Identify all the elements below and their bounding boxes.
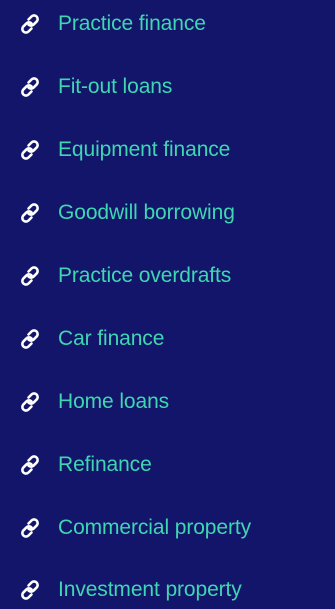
- link-label: Practice overdrafts: [58, 264, 232, 287]
- link-goodwill-borrowing[interactable]: Goodwill borrowing: [0, 192, 335, 232]
- link-icon: [21, 455, 39, 475]
- link-icon: [21, 518, 39, 538]
- link-icon: [21, 203, 39, 223]
- link-practice-finance[interactable]: Practice finance: [0, 3, 335, 43]
- link-label: Car finance: [58, 327, 165, 350]
- link-investment-property[interactable]: Investment property: [0, 569, 335, 609]
- link-icon: [21, 329, 39, 349]
- link-label: Practice finance: [58, 12, 206, 35]
- link-icon: [21, 392, 39, 412]
- link-refinance[interactable]: Refinance: [0, 444, 335, 484]
- link-car-finance[interactable]: Car finance: [0, 318, 335, 358]
- link-equipment-finance[interactable]: Equipment finance: [0, 129, 335, 169]
- link-commercial-property[interactable]: Commercial property: [0, 507, 335, 547]
- link-icon: [21, 140, 39, 160]
- link-fit-out-loans[interactable]: Fit-out loans: [0, 66, 335, 106]
- link-label: Commercial property: [58, 516, 251, 539]
- link-icon: [21, 580, 39, 600]
- link-label: Equipment finance: [58, 138, 231, 161]
- link-icon: [21, 266, 39, 286]
- link-label: Refinance: [58, 453, 152, 476]
- link-home-loans[interactable]: Home loans: [0, 381, 335, 421]
- link-label: Goodwill borrowing: [58, 201, 235, 224]
- link-icon: [21, 77, 39, 97]
- link-icon: [21, 14, 39, 34]
- link-label: Home loans: [58, 390, 170, 413]
- link-label: Fit-out loans: [58, 75, 173, 98]
- link-practice-overdrafts[interactable]: Practice overdrafts: [0, 255, 335, 295]
- link-label: Investment property: [58, 578, 242, 601]
